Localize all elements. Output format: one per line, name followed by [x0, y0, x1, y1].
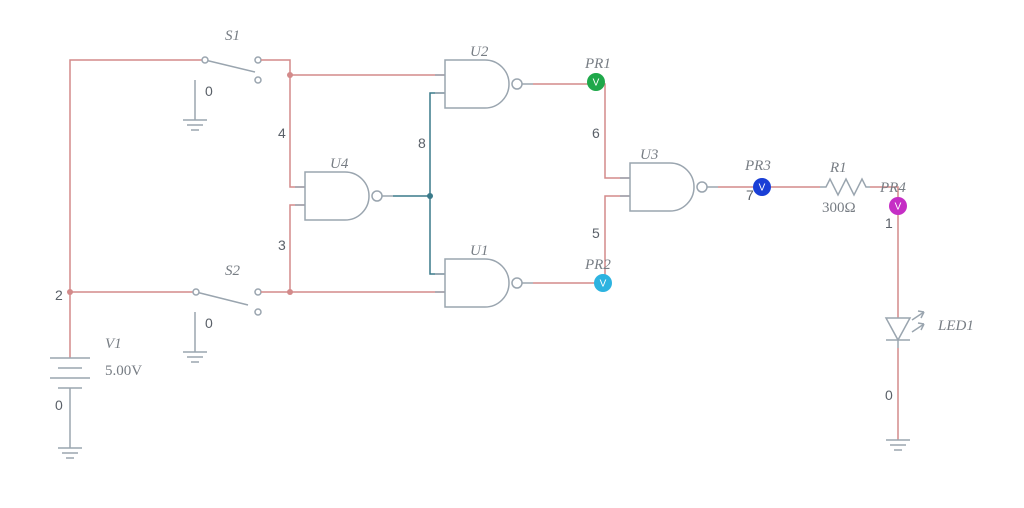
net-7: 7	[746, 187, 754, 203]
node-net8	[427, 193, 433, 199]
svg-text:V: V	[759, 183, 766, 194]
switch-s1-pivot	[202, 57, 208, 63]
label-pr2: PR2	[584, 257, 611, 273]
switch-s1-pole-no	[255, 57, 261, 63]
switch-s2-pole-no	[255, 289, 261, 295]
svg-text:V: V	[593, 78, 600, 89]
wire-u1-out	[533, 196, 630, 283]
gate-u3[interactable]	[620, 163, 718, 211]
label-u4: U4	[330, 156, 349, 172]
net-2: 2	[55, 287, 63, 303]
wire-v1-top	[70, 60, 205, 358]
label-u2: U2	[470, 44, 489, 60]
label-u1: U1	[470, 243, 488, 259]
label-r1-value: 300Ω	[822, 200, 856, 216]
node-bus-s2	[67, 289, 73, 295]
label-pr1: PR1	[584, 56, 611, 72]
net-led-0: 0	[885, 387, 893, 403]
label-v1-value: 5.00V	[105, 363, 142, 379]
gate-u4[interactable]	[295, 172, 393, 220]
probe-pr4[interactable]: V	[889, 197, 907, 215]
label-pr3: PR3	[744, 158, 771, 174]
resistor-r1[interactable]	[820, 179, 870, 195]
net-5: 5	[592, 225, 600, 241]
node-net3	[287, 289, 293, 295]
svg-text:V: V	[895, 202, 902, 213]
label-u3: U3	[640, 147, 658, 163]
switch-s2-wiper[interactable]	[196, 292, 248, 305]
net-6: 6	[592, 125, 600, 141]
probe-pr2[interactable]: V	[594, 274, 612, 292]
schematic-canvas[interactable]: V V V V S1 S2 V1 5.00V U4 U2 U1 U3 PR1 P…	[0, 0, 1024, 508]
probe-pr1[interactable]: V	[587, 73, 605, 91]
gate-u1[interactable]	[435, 259, 533, 307]
net-s2-0: 0	[205, 315, 213, 331]
wire-s1-out	[261, 60, 305, 187]
label-pr4: PR4	[879, 180, 906, 196]
led-led1[interactable]	[886, 311, 924, 348]
net-0a: 0	[55, 397, 63, 413]
wire-u2-out	[533, 84, 630, 178]
net-1: 1	[885, 215, 893, 231]
net-8: 8	[418, 135, 426, 151]
gate-u2[interactable]	[435, 60, 533, 108]
switch-s2-pivot	[193, 289, 199, 295]
label-v1: V1	[105, 336, 122, 352]
label-led1: LED1	[937, 318, 974, 334]
svg-text:V: V	[600, 279, 607, 290]
label-s1: S1	[225, 28, 240, 44]
wire-u4-to-u1	[430, 196, 445, 274]
net-s1-0: 0	[205, 83, 213, 99]
node-net4	[287, 72, 293, 78]
label-r1: R1	[829, 160, 847, 176]
label-s2: S2	[225, 263, 241, 279]
probe-pr3[interactable]: V	[753, 178, 771, 196]
net-4: 4	[278, 125, 286, 141]
net-3: 3	[278, 237, 286, 253]
switch-s1-wiper[interactable]	[205, 60, 255, 72]
switch-s1-pole-nc	[255, 77, 261, 83]
switch-s2-pole-nc	[255, 309, 261, 315]
